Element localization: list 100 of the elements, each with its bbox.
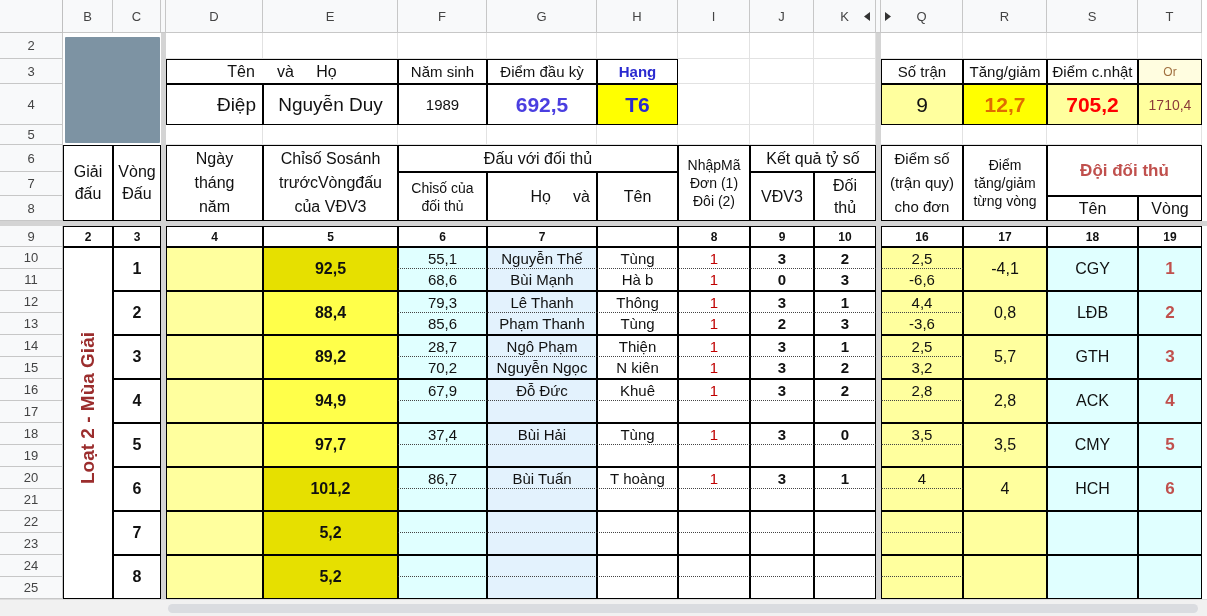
row-header[interactable]: 7	[0, 172, 63, 196]
column-header[interactable]: R	[963, 0, 1047, 33]
column-title: Vòng Đấu	[113, 145, 161, 221]
table-cell: 0	[750, 269, 814, 291]
table-cell	[750, 533, 814, 555]
table-cell: Đỗ Đức	[487, 379, 597, 401]
rank-label: Hạng	[597, 59, 678, 84]
row-header[interactable]: 10	[0, 247, 63, 269]
table-cell: Phạm Thanh	[487, 313, 597, 335]
expand-right-icon[interactable]	[885, 12, 891, 21]
column-header[interactable]: K	[814, 0, 876, 33]
column-header[interactable]: H	[597, 0, 678, 33]
table-cell: 1	[678, 467, 750, 489]
row-header[interactable]: 18	[0, 423, 63, 445]
table-cell: 1	[678, 357, 750, 379]
table-cell: 3,2	[881, 357, 963, 379]
column-title: Ngày tháng năm	[166, 145, 263, 221]
table-cell: 68,6	[398, 269, 487, 291]
row-header[interactable]: 3	[0, 59, 63, 84]
table-cell	[678, 445, 750, 467]
table-cell: 4	[881, 467, 963, 489]
column-header[interactable]: S	[1047, 0, 1138, 33]
table-cell: 5,2	[263, 555, 398, 599]
table-cell: Khuê	[597, 379, 678, 401]
row-header[interactable]: 13	[0, 313, 63, 335]
column-header[interactable]: C	[113, 0, 161, 33]
table-cell	[814, 577, 876, 599]
row-header[interactable]: 6	[0, 145, 63, 172]
freeze-bar[interactable]	[876, 33, 881, 599]
table-cell: -3,6	[881, 313, 963, 335]
table-cell: 4	[963, 467, 1047, 511]
row-header[interactable]: 20	[0, 467, 63, 489]
table-cell: Bùi Hải	[487, 423, 597, 445]
or-label: Or	[1138, 59, 1202, 84]
column-title: Tên	[1047, 196, 1138, 221]
freeze-bar[interactable]	[161, 33, 166, 599]
column-header[interactable]: F	[398, 0, 487, 33]
column-header[interactable]: Q	[881, 0, 963, 33]
updated-score-label: Điểm c.nhật	[1047, 59, 1138, 84]
row-header[interactable]: 22	[0, 511, 63, 533]
column-header[interactable]: B	[63, 0, 113, 33]
table-cell: 3	[750, 423, 814, 445]
row-header[interactable]: 8	[0, 196, 63, 221]
row-header[interactable]: 2	[0, 33, 63, 59]
row-header[interactable]: 4	[0, 84, 63, 125]
select-all-corner[interactable]	[0, 0, 63, 33]
table-cell: 3	[814, 269, 876, 291]
table-cell: GTH	[1047, 335, 1138, 379]
column-header[interactable]: J	[750, 0, 814, 33]
table-cell: 0	[814, 423, 876, 445]
table-cell: Tùng	[597, 423, 678, 445]
row-header[interactable]: 11	[0, 269, 63, 291]
empty-cell[interactable]	[750, 84, 814, 125]
collapse-left-icon[interactable]	[864, 12, 870, 21]
table-cell: 1	[814, 335, 876, 357]
column-header[interactable]: G	[487, 0, 597, 33]
column-number: 5	[263, 226, 398, 247]
table-cell	[678, 401, 750, 423]
freeze-bar[interactable]	[0, 221, 1207, 226]
table-cell	[678, 489, 750, 511]
column-title: Giải đấu	[63, 145, 113, 221]
row-header[interactable]: 25	[0, 577, 63, 599]
table-cell: 37,4	[398, 423, 487, 445]
empty-cell[interactable]	[750, 59, 814, 84]
table-cell: 6	[113, 467, 161, 511]
table-cell: 94,9	[263, 379, 398, 423]
table-cell: 86,7	[398, 467, 487, 489]
column-header[interactable]: E	[263, 0, 398, 33]
table-cell: 1	[678, 423, 750, 445]
table-cell: 7	[113, 511, 161, 555]
table-cell: Nguyễn Ngọc	[487, 357, 597, 379]
row-header[interactable]: 15	[0, 357, 63, 379]
column-header[interactable]: T	[1138, 0, 1202, 33]
row-header[interactable]: 16	[0, 379, 63, 401]
column-header[interactable]: I	[678, 0, 750, 33]
table-cell	[678, 533, 750, 555]
freeze-bar[interactable]	[161, 0, 166, 33]
table-cell: 3	[1138, 335, 1202, 379]
rank-value: T6	[597, 84, 678, 125]
row-header[interactable]: 5	[0, 125, 63, 145]
row-header[interactable]: 17	[0, 401, 63, 423]
table-cell	[678, 511, 750, 533]
table-cell: 5,7	[963, 335, 1047, 379]
row-header[interactable]: 14	[0, 335, 63, 357]
table-cell: 1	[1138, 247, 1202, 291]
row-header[interactable]: 19	[0, 445, 63, 467]
table-cell: 1	[678, 269, 750, 291]
tournament-label: Loạt 2 - Mùa Giải	[77, 332, 99, 484]
table-cell: 85,6	[398, 313, 487, 335]
column-header[interactable]: D	[166, 0, 263, 33]
row-header[interactable]: 23	[0, 533, 63, 555]
row-header[interactable]: 9	[0, 226, 63, 247]
row-header[interactable]: 21	[0, 489, 63, 511]
table-cell: Thiện	[597, 335, 678, 357]
matches-count: 9	[881, 84, 963, 125]
name-label: Tên và Họ	[166, 59, 398, 84]
table-cell: 8	[113, 555, 161, 599]
column-number: 7	[487, 226, 597, 247]
row-header[interactable]: 12	[0, 291, 63, 313]
row-header[interactable]: 24	[0, 555, 63, 577]
